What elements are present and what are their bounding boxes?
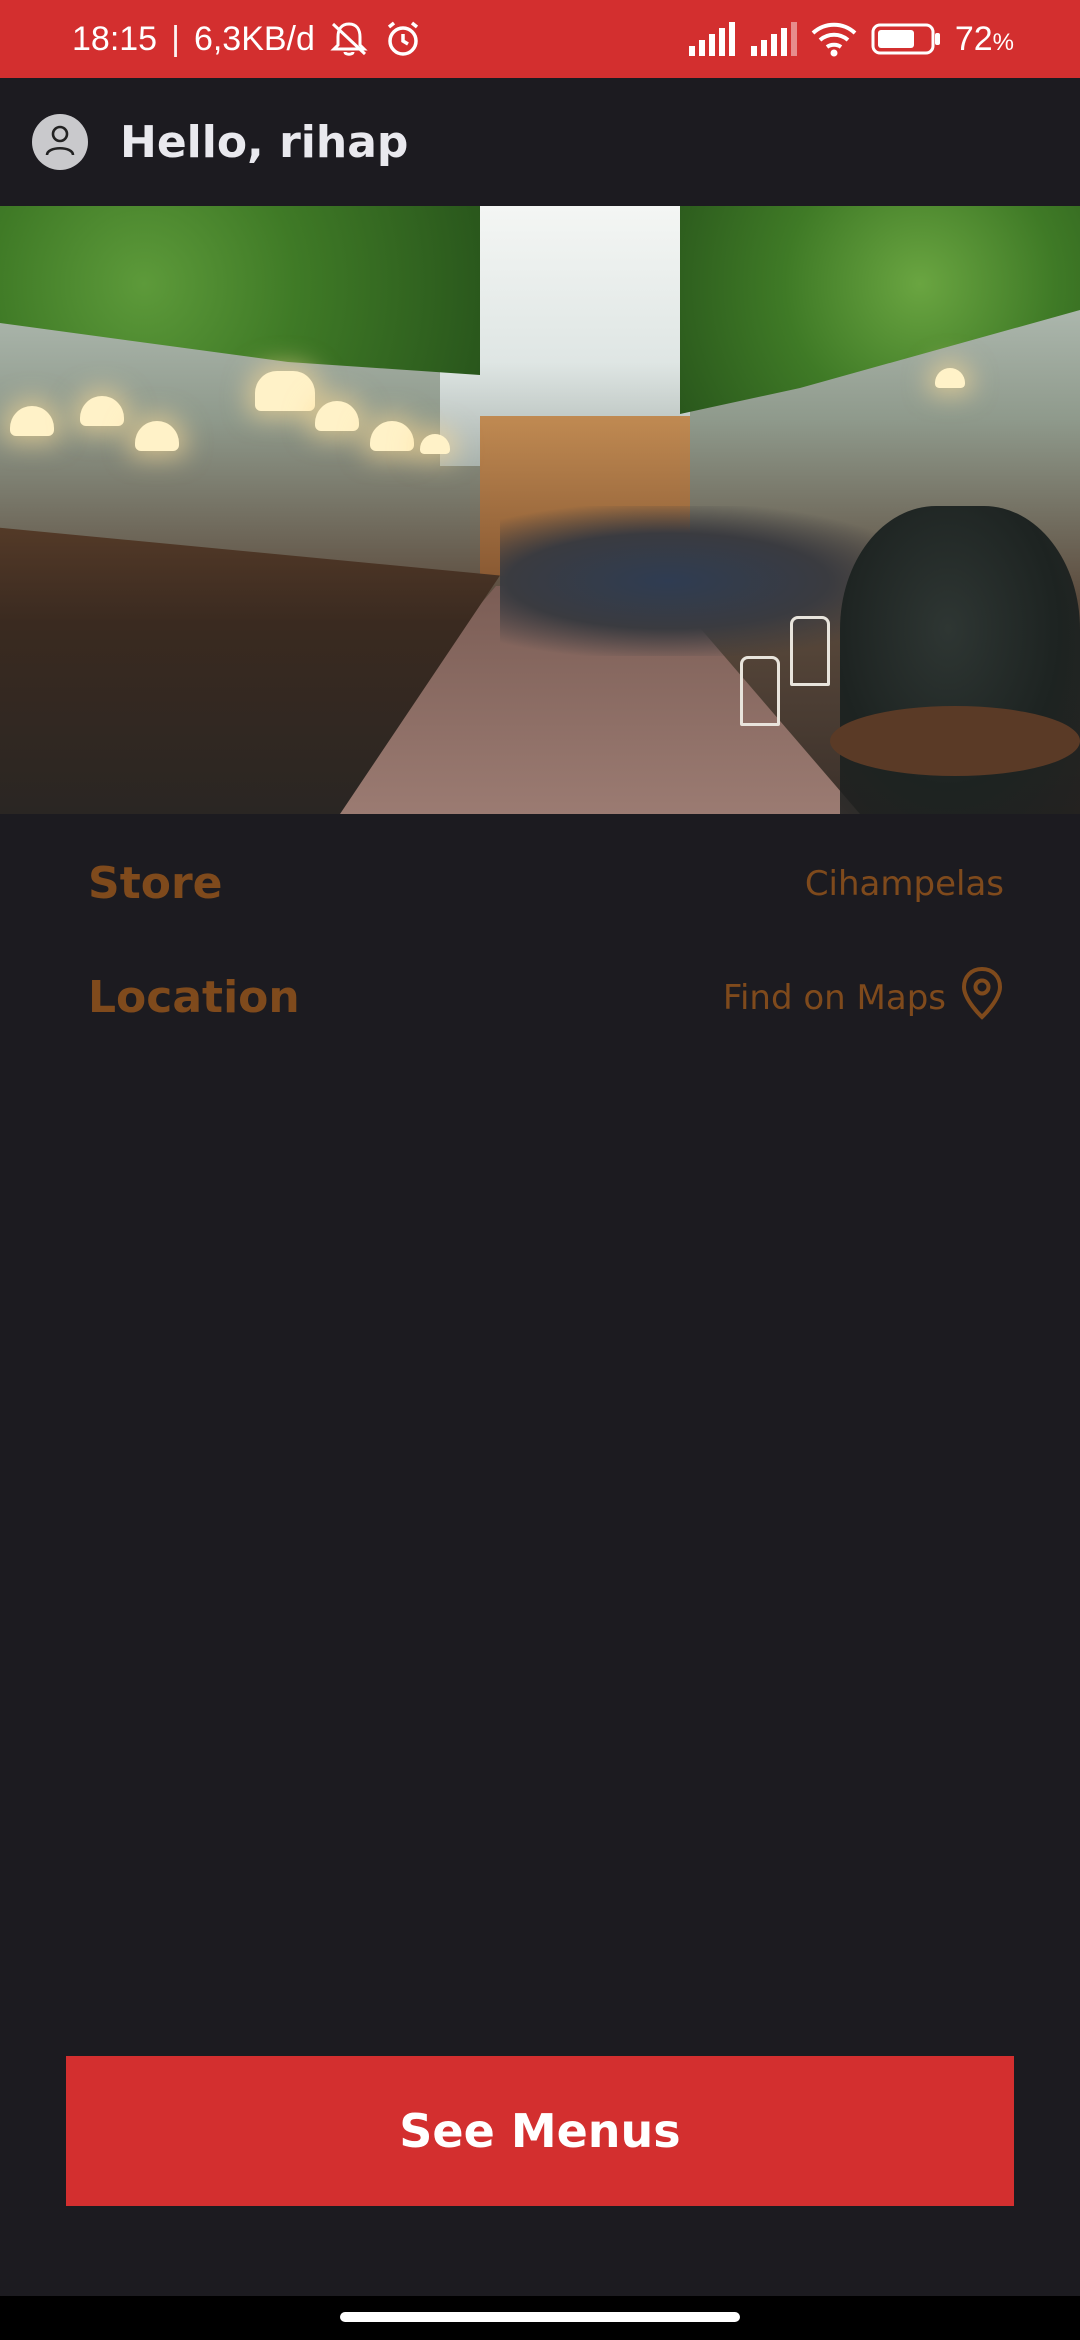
restaurant-hero-image: [0, 206, 1080, 814]
avatar[interactable]: [32, 114, 88, 170]
store-value: Cihampelas: [804, 863, 1004, 904]
battery-icon: [871, 22, 941, 56]
app-header: Hello, rihap: [0, 78, 1080, 206]
location-row: Location Find on Maps: [88, 966, 1004, 1029]
hero-lamp: [935, 368, 965, 388]
store-label: Store: [88, 858, 223, 909]
mute-icon: [329, 20, 369, 58]
status-left: 18:15 | 6,3KB/d: [72, 19, 423, 59]
status-separator: |: [171, 19, 180, 58]
status-bar: 18:15 | 6,3KB/d 72%: [0, 0, 1080, 78]
battery-percent-unit: %: [992, 28, 1014, 56]
find-on-maps-text: Find on Maps: [722, 977, 946, 1018]
user-icon: [42, 122, 78, 162]
network-speed: 6,3KB/d: [193, 19, 315, 58]
battery-percent: 72%: [955, 20, 1014, 59]
hero-lamp: [315, 401, 359, 431]
status-right: 72%: [687, 20, 1014, 59]
app-screen: 18:15 | 6,3KB/d 72% Hello, rihap Store C…: [0, 0, 1080, 2340]
battery-percent-value: 72: [954, 19, 993, 58]
signal-icon-2: [749, 22, 797, 56]
hero-lamp: [370, 421, 414, 451]
hero-chair: [740, 656, 780, 726]
wifi-icon: [811, 21, 857, 57]
hero-table: [830, 706, 1080, 776]
greeting-text: Hello, rihap: [120, 116, 409, 168]
find-on-maps-link[interactable]: Find on Maps: [723, 966, 1004, 1029]
hero-chair: [790, 616, 830, 686]
status-time: 18:15: [72, 19, 158, 58]
hero-lamp: [80, 396, 124, 426]
alarm-icon: [383, 19, 423, 59]
hero-lamp: [135, 421, 179, 451]
signal-icon: [687, 22, 735, 56]
hero-lamp: [10, 406, 54, 436]
location-label: Location: [88, 972, 300, 1023]
hero-lamp: [255, 371, 315, 411]
map-pin-icon: [960, 966, 1004, 1029]
home-indicator[interactable]: [340, 2312, 740, 2322]
see-menus-button[interactable]: See Menus: [66, 2056, 1014, 2206]
store-row: Store Cihampelas: [88, 858, 1004, 909]
hero-ivy-right: [680, 206, 1080, 414]
